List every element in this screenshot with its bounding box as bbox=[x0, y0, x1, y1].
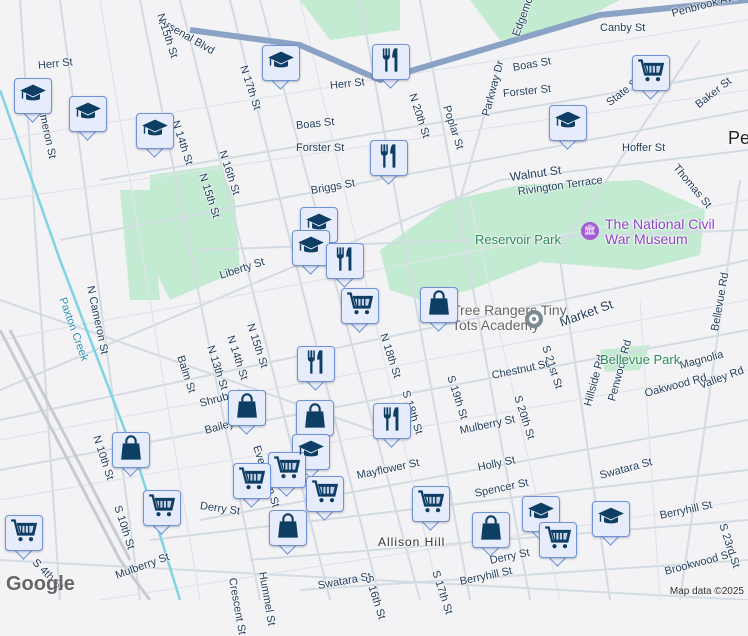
park-label: Reservoir Park bbox=[475, 232, 561, 247]
marker-box bbox=[262, 45, 300, 81]
marker-box bbox=[306, 476, 344, 512]
marker-box bbox=[143, 490, 181, 526]
street-label: Canby St bbox=[600, 22, 646, 34]
restaurant-marker[interactable] bbox=[297, 346, 335, 392]
shopping-cart-icon bbox=[346, 290, 374, 323]
google-logo: Google bbox=[6, 573, 75, 595]
shopping-bag-icon bbox=[274, 512, 302, 545]
graduation-cap-icon bbox=[141, 115, 169, 148]
marker-box bbox=[549, 105, 587, 141]
marker-box bbox=[412, 486, 450, 522]
marker-box bbox=[370, 140, 408, 176]
school-marker[interactable] bbox=[14, 78, 52, 124]
marker-box bbox=[372, 44, 410, 80]
marker-box bbox=[292, 230, 330, 266]
grocery-marker[interactable] bbox=[306, 476, 344, 522]
shopping-marker[interactable] bbox=[228, 390, 266, 436]
marker-box bbox=[14, 78, 52, 114]
graduation-cap-icon bbox=[19, 80, 47, 113]
grocery-marker[interactable] bbox=[412, 486, 450, 532]
shopping-marker[interactable] bbox=[472, 512, 510, 558]
shopping-marker[interactable] bbox=[420, 287, 458, 333]
school-marker[interactable] bbox=[549, 105, 587, 151]
neighborhood-label: Allison Hill bbox=[378, 535, 446, 549]
poi-label[interactable]: Tree Rangers Tiny Tots Academy bbox=[452, 303, 567, 333]
school-marker[interactable] bbox=[592, 501, 630, 547]
marker-box bbox=[592, 501, 630, 537]
fork-knife-icon bbox=[377, 46, 405, 79]
shopping-cart-icon bbox=[148, 492, 176, 525]
fork-knife-icon bbox=[378, 405, 406, 438]
shopping-cart-icon bbox=[238, 465, 266, 498]
restaurant-marker[interactable] bbox=[372, 44, 410, 90]
marker-box bbox=[632, 55, 670, 91]
marker-box bbox=[233, 463, 271, 499]
poi-pin-icon[interactable] bbox=[525, 310, 543, 328]
marker-box bbox=[472, 512, 510, 548]
school-marker[interactable] bbox=[69, 96, 107, 142]
grocery-marker[interactable] bbox=[539, 522, 577, 568]
shopping-cart-icon bbox=[273, 454, 301, 487]
museum-label[interactable]: The National Civil War Museum bbox=[605, 217, 715, 247]
shopping-bag-icon bbox=[117, 434, 145, 467]
marker-box bbox=[269, 510, 307, 546]
school-marker[interactable] bbox=[292, 230, 330, 276]
marker-box bbox=[268, 452, 306, 488]
marker-box bbox=[5, 515, 43, 551]
fork-knife-icon bbox=[302, 348, 330, 381]
street-label: Hoffer St bbox=[622, 142, 666, 154]
shopping-bag-icon bbox=[477, 514, 505, 547]
marker-box bbox=[296, 400, 334, 436]
shopping-bag-icon bbox=[233, 392, 261, 425]
shopping-marker[interactable] bbox=[112, 432, 150, 478]
school-marker[interactable] bbox=[262, 45, 300, 91]
town-label: Pe bbox=[728, 128, 748, 148]
shopping-cart-icon bbox=[637, 57, 665, 90]
grocery-marker[interactable] bbox=[143, 490, 181, 536]
grocery-marker[interactable] bbox=[632, 55, 670, 101]
graduation-cap-icon bbox=[74, 98, 102, 131]
street-label: Forster St bbox=[296, 142, 345, 154]
marker-box bbox=[136, 113, 174, 149]
marker-box bbox=[228, 390, 266, 426]
grocery-marker[interactable] bbox=[5, 515, 43, 561]
grocery-marker[interactable] bbox=[233, 463, 271, 509]
school-marker[interactable] bbox=[136, 113, 174, 159]
marker-box bbox=[112, 432, 150, 468]
shopping-marker[interactable] bbox=[269, 510, 307, 556]
park-label: Bellevue Park bbox=[600, 352, 681, 367]
map-attribution[interactable]: Map data ©2025 bbox=[670, 586, 744, 597]
restaurant-marker[interactable] bbox=[370, 140, 408, 186]
graduation-cap-icon bbox=[297, 232, 325, 265]
marker-box bbox=[420, 287, 458, 323]
marker-box bbox=[373, 403, 411, 439]
graduation-cap-icon bbox=[597, 503, 625, 536]
restaurant-marker[interactable] bbox=[326, 243, 364, 289]
shopping-cart-icon bbox=[417, 488, 445, 521]
shopping-cart-icon bbox=[10, 517, 38, 550]
graduation-cap-icon bbox=[554, 107, 582, 140]
restaurant-marker[interactable] bbox=[373, 403, 411, 449]
fork-knife-icon bbox=[331, 245, 359, 278]
marker-box bbox=[341, 288, 379, 324]
marker-box bbox=[326, 243, 364, 279]
marker-box bbox=[69, 96, 107, 132]
fork-knife-icon bbox=[375, 142, 403, 175]
shopping-cart-icon bbox=[311, 478, 339, 511]
marker-box bbox=[539, 522, 577, 558]
shopping-bag-icon bbox=[425, 289, 453, 322]
grocery-marker[interactable] bbox=[268, 452, 306, 498]
graduation-cap-icon bbox=[267, 47, 295, 80]
shopping-cart-icon bbox=[544, 524, 572, 557]
shopping-bag-icon bbox=[301, 402, 329, 435]
grocery-marker[interactable] bbox=[341, 288, 379, 334]
museum-icon[interactable]: 🏛 bbox=[581, 222, 599, 240]
marker-box bbox=[297, 346, 335, 382]
